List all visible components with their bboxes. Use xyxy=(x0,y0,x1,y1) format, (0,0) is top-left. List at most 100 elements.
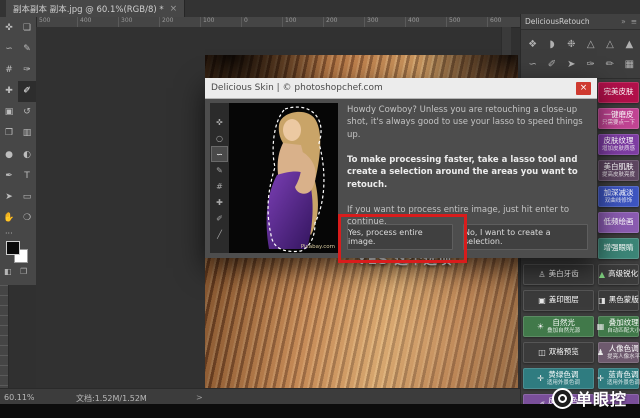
retouch-panel-button[interactable]: ♟ 人像色调 提亮人像水平 xyxy=(596,342,640,363)
blur-tool-icon[interactable]: ● xyxy=(0,144,18,165)
dialog-preview-image: ✜ ○ ∽ ✎ # ✚ ✐ ╱ Pixabay.com xyxy=(210,103,338,253)
button-label: 盖印图层 xyxy=(548,295,579,305)
retouch-panel-button[interactable]: 美白肌肤 提高皮肤亮度 xyxy=(598,160,639,181)
panel-cone-icon-1[interactable]: △ xyxy=(581,34,600,54)
button-label: 自然光 xyxy=(552,318,575,328)
button-sublabel: 双曲线修饰 xyxy=(604,197,633,204)
panel-menu-icon[interactable]: ≡ xyxy=(631,17,637,26)
path-select-tool-icon[interactable]: ➤ xyxy=(0,187,18,208)
mini-move-tool-icon: ✜ xyxy=(216,117,223,127)
panel-sparkle-icon[interactable]: ❉ xyxy=(562,34,581,54)
button-label: 黑色蒙版 xyxy=(608,295,639,305)
lasso-tool-icon[interactable]: ∽ xyxy=(0,38,18,59)
photoshop-window: 副本副本 副本.jpg @ 60.1%(RGB/8) * × 500 400 300… xyxy=(0,0,640,418)
delicious-skin-dialog: Delicious Skin | © photoshopchef.com × ✜… xyxy=(205,78,597,263)
gradient-tool-icon[interactable]: ▥ xyxy=(18,123,36,144)
dialog-paragraph-2: To make processing faster, take a lasso … xyxy=(347,154,578,190)
mini-brush-tool-icon: ✐ xyxy=(216,213,223,223)
ruler-tick: 0 xyxy=(241,17,282,27)
retouch-panel-button[interactable]: ◫ 双格预览 xyxy=(523,342,594,363)
button-label: 人像色调 xyxy=(608,344,639,354)
retouch-panel-button[interactable]: ♙ 美白牙齿 xyxy=(523,264,594,285)
screen-mode-icon[interactable]: ❐ xyxy=(20,267,27,276)
button-sublabel: 提高皮肤亮度 xyxy=(601,171,635,178)
ruler-tick: 400 xyxy=(77,17,118,27)
tool-palette: ✜ ❏ ∽ ✎ # ✑ ✚ ✐ ▣ ↺ ❐ ▥ ● ◐ ✒ T ➤ ▭ ✋ ❍ xyxy=(0,17,37,229)
panel-cone-icon-2[interactable]: △ xyxy=(600,34,619,54)
brush-tool-icon[interactable]: ✐ xyxy=(18,80,36,102)
healing-brush-tool-icon[interactable]: ✚ xyxy=(0,81,18,102)
quick-mask-icon[interactable]: ◧ xyxy=(4,267,12,276)
dialog-close-icon[interactable]: × xyxy=(576,81,591,95)
ruler-tick: 300 xyxy=(364,17,405,27)
crop-tool-icon[interactable]: # xyxy=(0,59,18,80)
ruler-tick: 400 xyxy=(405,17,446,27)
type-tool-icon[interactable]: T xyxy=(18,165,36,186)
panel-right-column: 完美皮肤 一键磨皮 只需要点一下 皮肤纹理 增加皮肤质感 美白肌肤 提高皮肤亮度… xyxy=(596,82,640,415)
document-tab[interactable]: 副本副本 副本.jpg @ 60.1%(RGB/8) * × xyxy=(6,0,186,17)
button-label: 完美皮肤 xyxy=(603,87,634,97)
watermark: 单眼控 xyxy=(552,386,627,410)
ruler-tick: 100 xyxy=(200,17,241,27)
mini-lasso-tool-icon: ∽ xyxy=(211,146,228,162)
zoom-level[interactable]: 60.11% xyxy=(4,393,35,402)
panel-gradient-icon[interactable]: ◗ xyxy=(542,34,561,54)
button-icon: ◫ xyxy=(538,347,546,357)
panel-arrow-icon[interactable]: ➤ xyxy=(562,54,581,74)
marquee-tool-icon[interactable]: ❏ xyxy=(18,17,36,38)
panel-selection-icon[interactable]: ❖ xyxy=(523,34,542,54)
ruler-tick: 100 xyxy=(282,17,323,27)
panel-brush-icon[interactable]: ✐ xyxy=(542,54,561,74)
pen-tool-icon[interactable]: ✒ xyxy=(0,165,18,186)
tab-close-icon[interactable]: × xyxy=(170,4,178,14)
watermark-camera-icon xyxy=(552,387,573,409)
quick-select-tool-icon[interactable]: ✎ xyxy=(18,38,36,59)
retouch-panel-button[interactable]: 完美皮肤 xyxy=(598,82,639,103)
history-brush-tool-icon[interactable]: ↺ xyxy=(18,102,36,123)
button-icon: ♟ xyxy=(596,347,605,357)
more-tools-icon[interactable]: ··· xyxy=(5,229,13,238)
clone-stamp-tool-icon[interactable]: ▣ xyxy=(0,102,18,123)
button-icon: ◨ xyxy=(598,295,606,305)
button-icon: ▦ xyxy=(596,321,605,331)
status-options-arrow-icon[interactable]: > xyxy=(196,393,203,402)
eraser-tool-icon[interactable]: ❐ xyxy=(0,123,18,144)
panel-pencil-icon[interactable]: ✏ xyxy=(600,54,619,74)
move-tool-icon[interactable]: ✜ xyxy=(0,17,18,38)
preview-model-figure xyxy=(229,103,338,253)
retouch-panel-button[interactable]: ▦ 叠加纹理 自动匹配大小 xyxy=(596,316,640,337)
retouch-panel-button[interactable]: 加深减淡 双曲线修饰 xyxy=(598,186,639,207)
panel-eyedropper-icon[interactable]: ✑ xyxy=(581,54,600,74)
button-icon: ✛ xyxy=(537,373,544,383)
retouch-panel-button[interactable]: 增强眼睛 xyxy=(598,238,639,259)
retouch-panel-button[interactable]: ◨ 黑色蒙版 xyxy=(598,290,639,311)
shape-tool-icon[interactable]: ▭ xyxy=(18,187,36,208)
zoom-tool-icon[interactable]: ❍ xyxy=(18,208,36,229)
foreground-color-swatch[interactable] xyxy=(6,241,20,255)
retouch-panel-button[interactable]: ▲ 高级锐化 xyxy=(598,264,639,285)
button-label: 加深减淡 xyxy=(603,188,634,198)
retouch-panel-button[interactable]: ▣ 盖印图层 xyxy=(523,290,594,311)
hand-tool-icon[interactable]: ✋ xyxy=(0,208,18,229)
retouch-panel-button[interactable]: 一键磨皮 只需要点一下 xyxy=(598,108,639,129)
button-label: 美白牙齿 xyxy=(548,269,579,279)
no-create-selection-button[interactable]: No, I want to create a selection. xyxy=(463,224,588,250)
eyedropper-tool-icon[interactable]: ✑ xyxy=(18,59,36,80)
button-icon: ♙ xyxy=(538,269,546,279)
button-label: 低频绘画 xyxy=(603,217,634,227)
status-bar: 60.11% 文档:1.52M/1.52M > xyxy=(0,388,520,405)
retouch-panel-button[interactable]: 低频绘画 xyxy=(598,212,639,233)
panel-texture-icon[interactable]: ▦ xyxy=(620,54,639,74)
dialog-title-bar[interactable]: Delicious Skin | © photoshopchef.com × xyxy=(205,78,597,99)
retouch-panel-button[interactable]: ☀ 自然光 叠加自然光源 xyxy=(523,316,594,337)
panel-cone-icon-3[interactable]: ▲ xyxy=(620,34,639,54)
panel-lasso-icon[interactable]: ∽ xyxy=(523,54,542,74)
dialog-paragraph-1: Howdy Cowboy? Unless you are retouching … xyxy=(347,105,583,140)
bottom-black-strip xyxy=(0,404,640,418)
button-label: 叠加纹理 xyxy=(608,318,639,328)
retouch-panel-button[interactable]: 皮肤纹理 增加皮肤质感 xyxy=(598,134,639,155)
ruler-tick: 200 xyxy=(159,17,200,27)
button-sublabel: 提亮人像水平 xyxy=(607,353,640,360)
dodge-tool-icon[interactable]: ◐ xyxy=(18,144,36,165)
panel-collapse-icon[interactable]: » xyxy=(621,17,626,26)
